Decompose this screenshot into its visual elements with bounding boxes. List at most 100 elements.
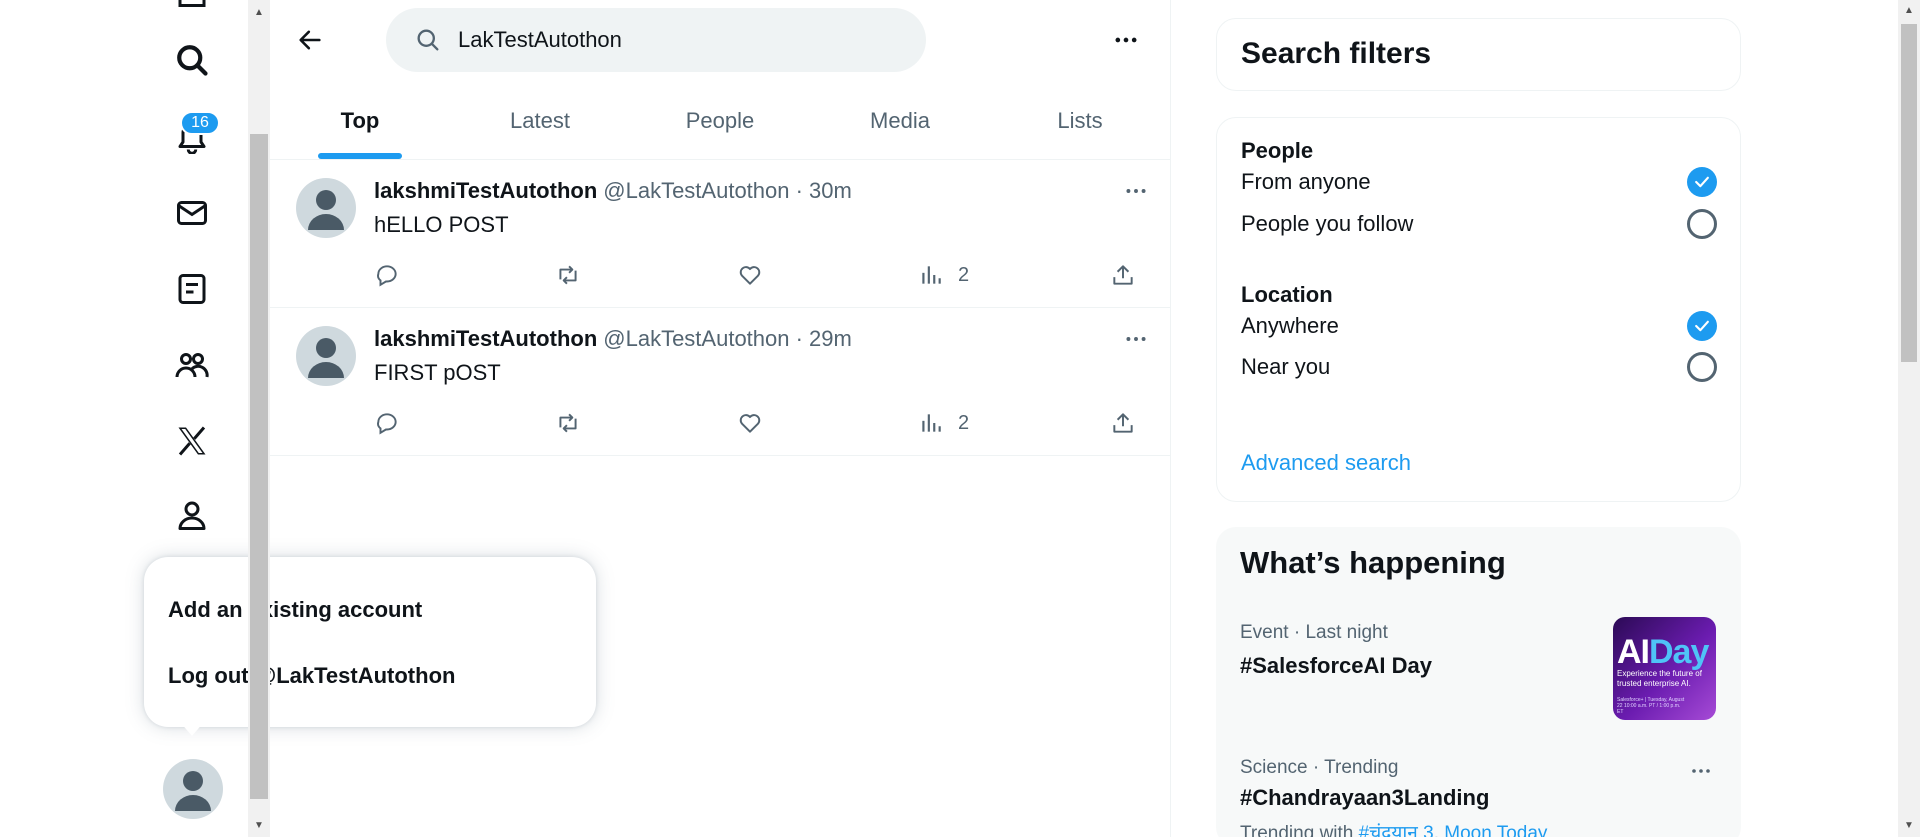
reply-icon (377, 413, 397, 435)
arrow-left-icon (299, 30, 321, 50)
scroll-up-arrow[interactable]: ▲ (248, 2, 270, 22)
post[interactable]: lakshmiTestAutothon @LakTestAutothon · 29… (270, 308, 1170, 456)
views-count: 2 (958, 263, 970, 286)
repost-button[interactable] (555, 406, 581, 440)
reply-icon (377, 265, 397, 287)
scroll-up-arrow[interactable]: ▲ (1898, 0, 1920, 20)
salesforce-ai-day-image[interactable]: AIDay Experience the future of trusted e… (1613, 617, 1716, 720)
filter-people-you-follow[interactable]: People you follow (1241, 209, 1717, 239)
views-button[interactable]: 2 (918, 258, 969, 292)
default-avatar-icon (308, 190, 344, 230)
nav-home[interactable] (166, 0, 218, 18)
repost-button[interactable] (555, 258, 581, 292)
filter-near-you[interactable]: Near you (1241, 352, 1717, 382)
post[interactable]: lakshmiTestAutothon @LakTestAutothon · 30… (270, 160, 1170, 308)
views-button[interactable]: 2 (918, 406, 969, 440)
more-horizontal-icon (1692, 769, 1710, 773)
scroll-down-arrow[interactable]: ▼ (248, 815, 270, 835)
avatar[interactable] (296, 326, 356, 386)
tab-lists[interactable]: Lists (990, 86, 1170, 159)
check-icon (1695, 320, 1709, 332)
trend-separator: , (1433, 823, 1439, 837)
share-button[interactable] (1110, 406, 1136, 440)
page-scrollbar[interactable]: ▲ ▼ (1898, 0, 1920, 837)
avatar[interactable] (296, 178, 356, 238)
nav-communities[interactable] (166, 339, 218, 391)
trend-topic-link[interactable]: Moon Today (1444, 823, 1547, 837)
like-button[interactable] (737, 258, 763, 292)
scroll-thumb[interactable] (250, 134, 268, 799)
scroll-down-arrow[interactable]: ▼ (1898, 815, 1920, 835)
post-more-button[interactable] (1118, 324, 1154, 354)
search-more-button[interactable] (1106, 20, 1146, 60)
search-tabs: Top Latest People Media Lists (270, 86, 1170, 160)
back-button[interactable] (288, 18, 332, 62)
trend-more-button[interactable] (1686, 761, 1716, 781)
post-more-button[interactable] (1118, 176, 1154, 206)
nav-messages[interactable] (166, 187, 218, 239)
like-button[interactable] (737, 406, 763, 440)
share-button[interactable] (1110, 258, 1136, 292)
share-icon (1113, 265, 1133, 285)
post-text: hELLO POST (374, 212, 509, 237)
author-name[interactable]: lakshmiTestAutothon (374, 178, 597, 203)
filter-label: Anywhere (1241, 313, 1339, 338)
whats-happening-panel: What’s happening Event · Last night #Sal… (1216, 527, 1741, 837)
more-horizontal-icon (1126, 189, 1146, 193)
radio-selected[interactable] (1687, 311, 1717, 341)
trend-hashtag-link[interactable]: #चंद्रयान 3 (1359, 823, 1434, 837)
image-fine-print: Salesforce+ | Tuesday, August 22 10:00 a… (1617, 697, 1685, 715)
author-name[interactable]: lakshmiTestAutothon (374, 326, 597, 351)
nav-lists[interactable] (166, 263, 218, 315)
check-icon (1695, 176, 1709, 188)
heart-icon (739, 266, 761, 285)
scroll-thumb[interactable] (1901, 24, 1917, 362)
tab-media[interactable]: Media (810, 86, 990, 159)
nav-profile[interactable] (166, 489, 218, 541)
search-icon (177, 45, 208, 76)
radio-unselected[interactable] (1687, 209, 1717, 239)
trend-title[interactable]: #SalesforceAI Day (1240, 653, 1432, 679)
reply-button[interactable] (374, 406, 400, 440)
search-input[interactable] (458, 27, 898, 53)
trend-title[interactable]: #Chandrayaan3Landing (1240, 785, 1489, 811)
more-horizontal-icon (1115, 37, 1137, 43)
tab-label: Latest (510, 108, 570, 133)
reply-button[interactable] (374, 258, 400, 292)
account-switcher-avatar[interactable] (163, 759, 223, 819)
advanced-search-link[interactable]: Advanced search (1241, 450, 1411, 476)
analytics-icon (922, 266, 941, 284)
author-handle-time[interactable]: @LakTestAutothon · 29m (603, 326, 852, 351)
whats-happening-title: What’s happening (1240, 545, 1506, 580)
filter-label: People you follow (1241, 211, 1414, 236)
tab-label: Lists (1057, 108, 1103, 133)
radio-unselected[interactable] (1687, 352, 1717, 382)
nav-premium[interactable] (166, 415, 218, 467)
nav-explore[interactable] (166, 34, 218, 86)
tab-people[interactable]: People (630, 86, 810, 159)
filter-label: Near you (1241, 354, 1331, 379)
tab-label: Media (870, 108, 930, 133)
share-icon (1113, 413, 1133, 433)
search-box[interactable] (386, 8, 926, 72)
app-root: 16 Add an existing account Log out @LakT… (0, 0, 1920, 837)
home-icon (178, 0, 206, 7)
filter-anywhere[interactable]: Anywhere (1241, 311, 1717, 341)
lists-icon (178, 274, 206, 304)
people-heading: People (1241, 138, 1314, 163)
main-column: Top Latest People Media Lists lakshmiTes… (270, 0, 1171, 837)
filter-label: From anyone (1241, 169, 1371, 194)
post-text: FIRST pOST (374, 360, 501, 385)
radio-selected[interactable] (1687, 167, 1717, 197)
tab-latest[interactable]: Latest (450, 86, 630, 159)
image-headline: AIDay (1617, 633, 1709, 671)
tab-label: Top (340, 108, 380, 133)
popup-tail (180, 722, 204, 736)
author-handle-time[interactable]: @LakTestAutothon · 30m (603, 178, 852, 203)
filter-from-anyone[interactable]: From anyone (1241, 167, 1717, 197)
x-premium-icon (178, 426, 206, 456)
tab-top[interactable]: Top (270, 86, 450, 159)
image-tagline: Experience the future of trusted enterpr… (1617, 669, 1702, 688)
profile-icon (178, 501, 206, 530)
nav-scrollbar[interactable]: ▲ ▼ (248, 0, 270, 837)
